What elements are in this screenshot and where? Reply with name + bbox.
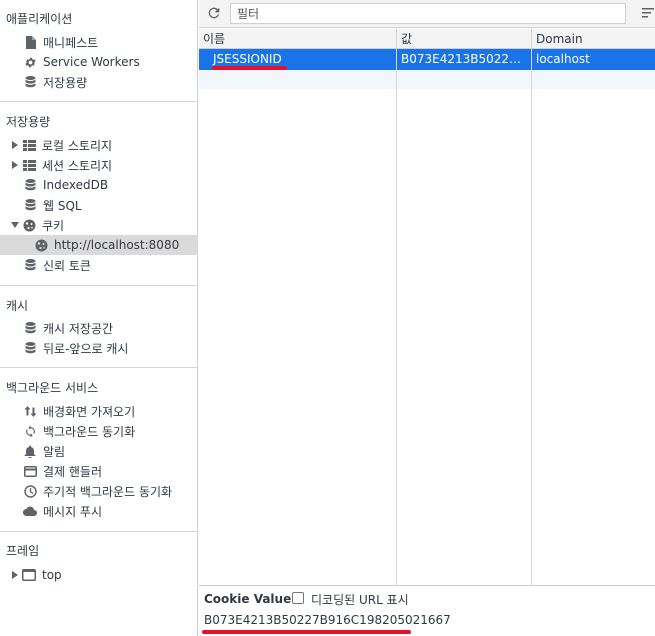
column-divider[interactable] <box>531 29 532 585</box>
database-icon <box>23 178 37 192</box>
sidebar-item-local-storage[interactable]: 로컬 스토리지 <box>0 135 198 155</box>
divider <box>0 101 198 102</box>
sidebar-item-label: 캐시 저장공간 <box>43 321 114 336</box>
sidebar-item-label: 알림 <box>43 444 66 459</box>
filter-options-icon[interactable] <box>640 5 654 21</box>
cloud-icon <box>23 504 37 518</box>
sidebar-item-label: 로컬 스토리지 <box>42 138 113 153</box>
cookie-table: 이름 값 Domain JSESSIONID B073E4213B50227B9… <box>199 29 655 585</box>
cell-value: B073E4213B50227B916C198205021667 <box>401 52 525 66</box>
sidebar-item-payment-handler[interactable]: 결제 핸들러 <box>0 461 198 481</box>
sidebar-item-label: IndexedDB <box>43 178 109 192</box>
database-icon <box>23 258 37 272</box>
sidebar-item-cache-storage[interactable]: 캐시 저장공간 <box>0 318 198 338</box>
sidebar-item-trust-tokens[interactable]: 신뢰 토큰 <box>0 255 198 275</box>
grid-icon <box>22 138 36 152</box>
sidebar-item-frame-top[interactable]: top <box>0 565 198 585</box>
cell-domain: localhost <box>536 52 590 66</box>
sidebar-item-background-fetch[interactable]: 배경화면 가져오기 <box>0 401 198 421</box>
sidebar-item-label: 배경화면 가져오기 <box>43 404 136 419</box>
sidebar-item-storage-overview[interactable]: 저장용량 <box>0 72 198 92</box>
sidebar-item-label: 저장용량 <box>43 75 88 90</box>
sidebar-item-notifications[interactable]: 알림 <box>0 441 198 461</box>
sync-icon <box>23 424 37 438</box>
decode-url-label[interactable]: 디코딩된 URL 표시 <box>311 591 409 608</box>
window-icon <box>22 568 36 582</box>
expand-arrow-icon[interactable] <box>10 160 20 170</box>
filter-input[interactable] <box>230 3 626 24</box>
decode-url-checkbox[interactable] <box>292 592 304 604</box>
sidebar-item-label: 결제 핸들러 <box>43 464 103 479</box>
section-title-background-services: 백그라운드 서비스 <box>6 381 99 395</box>
sidebar-item-cookie-localhost[interactable]: http://localhost:8080 <box>0 235 198 255</box>
divider <box>0 531 198 532</box>
database-icon <box>23 75 37 89</box>
sidebar-item-label: http://localhost:8080 <box>54 238 180 252</box>
toolbar <box>199 0 655 28</box>
sidebar-item-label: 메시지 푸시 <box>43 504 103 519</box>
file-icon <box>23 35 37 49</box>
sidebar-item-label: 신뢰 토큰 <box>43 258 91 273</box>
column-divider[interactable] <box>396 29 397 585</box>
sidebar-item-label: 쿠키 <box>42 218 65 233</box>
sidebar-item-label: top <box>42 568 62 582</box>
annotation-underline <box>212 66 287 70</box>
sidebar-item-back-forward-cache[interactable]: 뒤로-앞으로 캐시 <box>0 338 198 358</box>
sidebar-item-label: Service Workers <box>43 55 140 69</box>
cookie-value-panel: Cookie Value 디코딩된 URL 표시 B073E4213B50227… <box>199 585 655 636</box>
sidebar-item-web-sql[interactable]: 웹 SQL <box>0 195 198 215</box>
database-icon <box>23 321 37 335</box>
database-icon <box>23 341 37 355</box>
sidebar-item-background-sync[interactable]: 백그라운드 동기화 <box>0 421 198 441</box>
section-title-application: 애플리케이션 <box>6 12 73 26</box>
annotation-underline <box>202 630 411 634</box>
sidebar-item-label: 백그라운드 동기화 <box>43 424 136 439</box>
sidebar-item-cookies[interactable]: 쿠키 <box>0 215 198 235</box>
cookie-value-text: B073E4213B50227B916C198205021667 <box>204 613 451 627</box>
clock-icon <box>23 484 37 498</box>
sidebar-item-push-messaging[interactable]: 메시지 푸시 <box>0 501 198 521</box>
gear-icon <box>23 55 37 69</box>
cookie-icon <box>34 238 48 252</box>
grid-icon <box>22 158 36 172</box>
section-title-storage: 저장용량 <box>6 115 51 129</box>
cookie-value-title: Cookie Value <box>204 592 292 606</box>
cookie-icon <box>22 218 36 232</box>
divider <box>0 367 198 368</box>
bell-icon <box>23 444 37 458</box>
up-down-arrows-icon <box>23 404 37 418</box>
expand-arrow-icon[interactable] <box>10 140 20 150</box>
sidebar-item-manifest[interactable]: 매니페스트 <box>0 32 198 52</box>
sidebar-item-session-storage[interactable]: 세션 스토리지 <box>0 155 198 175</box>
refresh-icon[interactable] <box>206 5 222 21</box>
database-icon <box>23 198 37 212</box>
sidebar-item-label: 웹 SQL <box>43 198 82 213</box>
divider <box>0 285 198 286</box>
sidebar-item-label: 주기적 백그라운드 동기화 <box>43 484 173 499</box>
empty-table-row <box>199 70 655 89</box>
sidebar-item-label: 세션 스토리지 <box>42 158 113 173</box>
sidebar-item-label: 매니페스트 <box>43 35 99 50</box>
column-header-value[interactable]: 값 <box>397 29 531 49</box>
section-title-cache: 캐시 <box>6 299 29 313</box>
column-header-name[interactable]: 이름 <box>199 29 396 49</box>
sidebar-item-label: 뒤로-앞으로 캐시 <box>43 341 129 356</box>
card-icon <box>23 464 37 478</box>
sidebar-item-indexeddb[interactable]: IndexedDB <box>0 175 198 195</box>
collapse-arrow-icon[interactable] <box>10 220 20 230</box>
sidebar-item-service-workers[interactable]: Service Workers <box>0 52 198 72</box>
expand-arrow-icon[interactable] <box>10 570 20 580</box>
column-header-domain[interactable]: Domain <box>532 29 655 49</box>
sidebar-item-periodic-background-sync[interactable]: 주기적 백그라운드 동기화 <box>0 481 198 501</box>
section-title-frames: 프레임 <box>6 544 40 558</box>
sidebar: 애플리케이션 매니페스트 Service Workers 저장용량 저장용량 로… <box>0 0 198 636</box>
